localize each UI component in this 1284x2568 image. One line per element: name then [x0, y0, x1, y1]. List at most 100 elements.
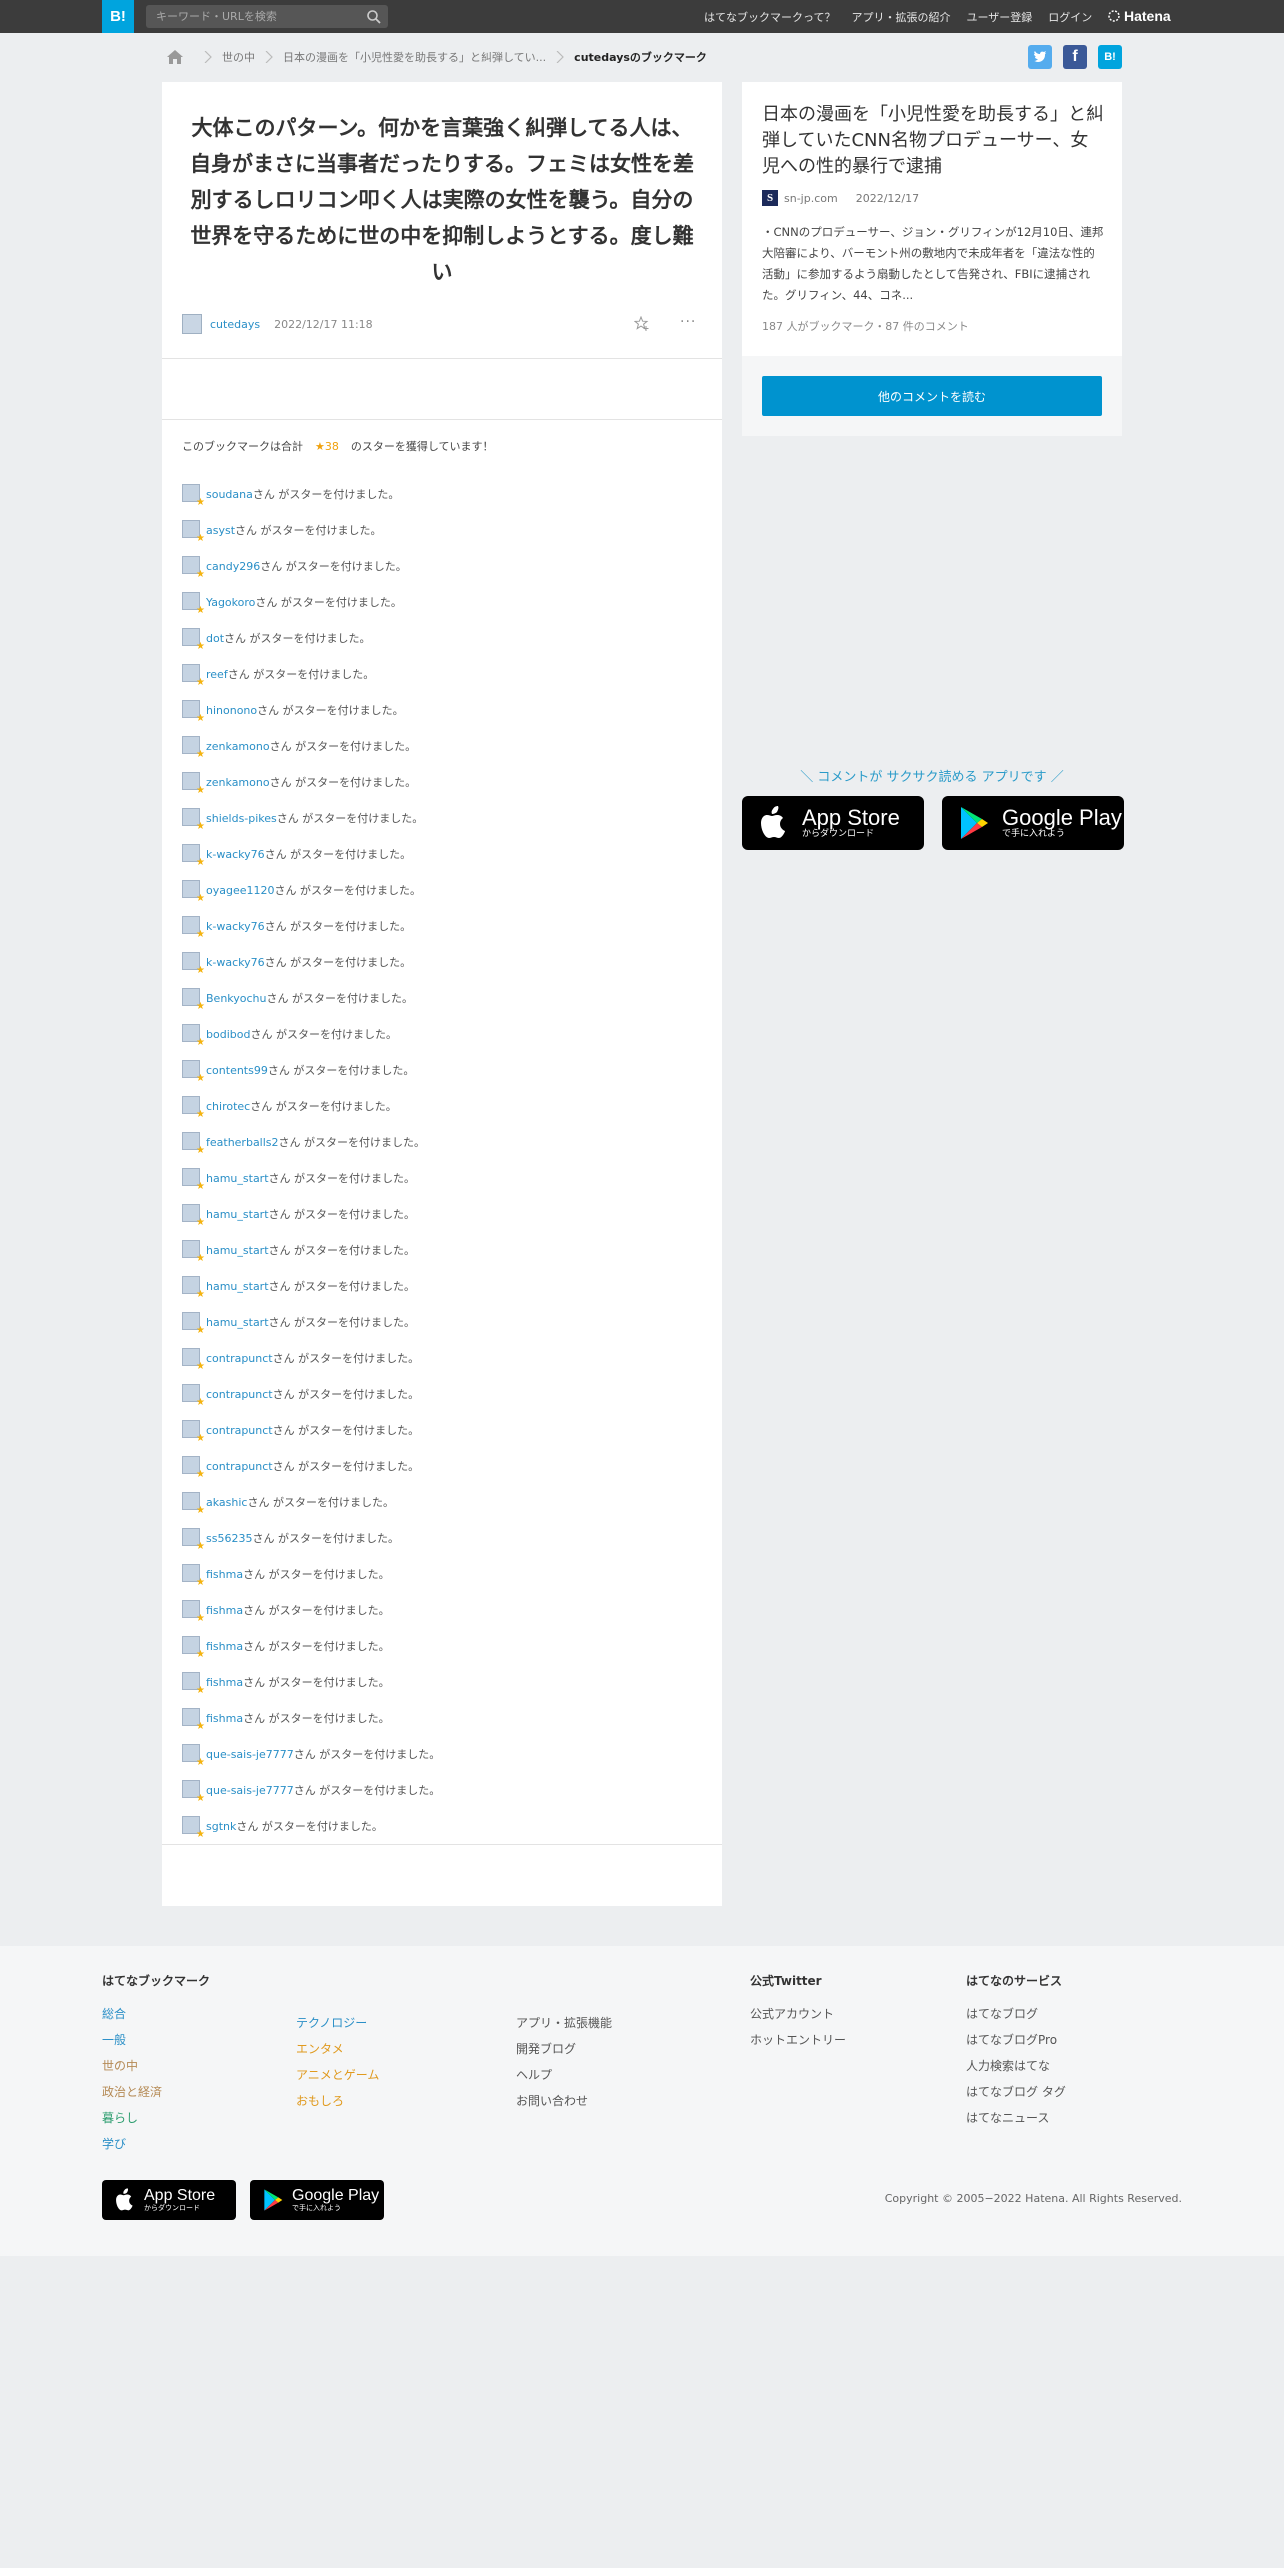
- user-avatar-icon[interactable]: ★: [182, 1276, 205, 1300]
- user-avatar-icon[interactable]: ★: [182, 1528, 205, 1552]
- user-avatar-icon[interactable]: ★: [182, 1816, 205, 1840]
- user-avatar-icon[interactable]: ★: [182, 1132, 205, 1156]
- hatena-brand[interactable]: Hatena: [1108, 8, 1171, 24]
- hatena-share-button[interactable]: B!: [1098, 45, 1122, 69]
- footer-link-apps[interactable]: アプリ・拡張機能: [516, 2010, 612, 2036]
- user-avatar-icon[interactable]: ★: [182, 1168, 205, 1192]
- star-user-name[interactable]: Benkyochu: [206, 992, 267, 1005]
- footer-category-link[interactable]: おもしろ: [296, 2088, 379, 2114]
- search-icon[interactable]: [366, 9, 382, 25]
- star-user-name[interactable]: hamu_start: [206, 1244, 269, 1257]
- star-user-name[interactable]: k-wacky76: [206, 848, 265, 861]
- user-avatar-icon[interactable]: ★: [182, 1204, 205, 1228]
- star-user-name[interactable]: bodibod: [206, 1028, 250, 1041]
- footer-category-link[interactable]: 一般: [102, 2027, 210, 2053]
- user-avatar-icon[interactable]: ★: [182, 1456, 205, 1480]
- star-user-name[interactable]: hinonono: [206, 704, 257, 717]
- star-user-name[interactable]: shields-pikes: [206, 812, 277, 825]
- footer-service-question[interactable]: 人力検索はてな: [966, 2053, 1066, 2079]
- star-user-name[interactable]: zenkamono: [206, 740, 270, 753]
- footer-category-link[interactable]: テクノロジー: [296, 2010, 379, 2036]
- star-user-name[interactable]: soudana: [206, 488, 253, 501]
- user-avatar-icon[interactable]: ★: [182, 1240, 205, 1264]
- footer-service-news[interactable]: はてなニュース: [966, 2105, 1066, 2131]
- breadcrumb-category[interactable]: 世の中: [222, 49, 255, 65]
- star-user-name[interactable]: sgtnk: [206, 1820, 236, 1833]
- star-user-name[interactable]: k-wacky76: [206, 956, 265, 969]
- footer-twitter-hotentry[interactable]: ホットエントリー: [750, 2027, 846, 2053]
- footer-service-blogpro[interactable]: はてなブログPro: [966, 2027, 1066, 2053]
- star-user-name[interactable]: hamu_start: [206, 1172, 269, 1185]
- google-play-badge[interactable]: Google Play で手に入れよう: [942, 796, 1124, 850]
- twitter-share-button[interactable]: [1028, 45, 1052, 69]
- more-menu-icon[interactable]: ···: [680, 314, 696, 330]
- footer-twitter-official[interactable]: 公式アカウント: [750, 2001, 846, 2027]
- search-input[interactable]: [146, 5, 356, 28]
- user-avatar-icon[interactable]: ★: [182, 1744, 205, 1768]
- user-avatar-icon[interactable]: ★: [182, 1492, 205, 1516]
- user-avatar-icon[interactable]: ★: [182, 1348, 205, 1372]
- hatena-bookmark-logo[interactable]: B!: [102, 0, 134, 33]
- star-user-name[interactable]: akashic: [206, 1496, 247, 1509]
- star-user-name[interactable]: contrapunct: [206, 1388, 273, 1401]
- star-user-name[interactable]: hamu_start: [206, 1208, 269, 1221]
- add-star-icon[interactable]: [634, 316, 650, 332]
- star-user-name[interactable]: zenkamono: [206, 776, 270, 789]
- user-avatar-icon[interactable]: ★: [182, 664, 205, 688]
- footer-google-play-badge[interactable]: Google Play で手に入れよう: [250, 2180, 384, 2220]
- footer-category-link[interactable]: 暮らし: [102, 2105, 210, 2131]
- user-avatar-icon[interactable]: ★: [182, 772, 205, 796]
- footer-category-link[interactable]: エンタメ: [296, 2036, 379, 2062]
- star-user-name[interactable]: que-sais-je7777: [206, 1784, 294, 1797]
- star-user-name[interactable]: candy296: [206, 560, 260, 573]
- footer-service-blog[interactable]: はてなブログ: [966, 2001, 1066, 2027]
- entry-domain[interactable]: sn-jp.com: [784, 192, 838, 205]
- user-avatar-icon[interactable]: ★: [182, 484, 205, 508]
- bookmark-date[interactable]: 2022/12/17 11:18: [274, 318, 373, 331]
- star-user-name[interactable]: contents99: [206, 1064, 268, 1077]
- user-avatar-icon[interactable]: ★: [182, 1024, 205, 1048]
- user-avatar-icon[interactable]: ★: [182, 1384, 205, 1408]
- star-user-name[interactable]: fishma: [206, 1676, 243, 1689]
- footer-link-contact[interactable]: お問い合わせ: [516, 2088, 612, 2114]
- user-avatar-icon[interactable]: ★: [182, 916, 205, 940]
- star-user-name[interactable]: ss56235: [206, 1532, 252, 1545]
- app-store-badge[interactable]: App Store からダウンロード: [742, 796, 924, 850]
- user-avatar-icon[interactable]: ★: [182, 592, 205, 616]
- star-user-name[interactable]: fishma: [206, 1604, 243, 1617]
- star-user-name[interactable]: featherballs2: [206, 1136, 279, 1149]
- user-avatar-icon[interactable]: ★: [182, 1600, 205, 1624]
- star-user-name[interactable]: contrapunct: [206, 1424, 273, 1437]
- breadcrumb-entry[interactable]: 日本の漫画を「小児性愛を助長する」と糾弾してい...: [283, 49, 546, 65]
- entry-title[interactable]: 日本の漫画を「小児性愛を助長する」と糾弾していたCNN名物プロデューサー、女児へ…: [762, 102, 1106, 180]
- star-user-name[interactable]: que-sais-je7777: [206, 1748, 294, 1761]
- star-user-name[interactable]: Yagokoro: [206, 596, 255, 609]
- user-avatar-icon[interactable]: ★: [182, 1564, 205, 1588]
- avatar[interactable]: [182, 314, 202, 334]
- user-avatar-icon[interactable]: ★: [182, 952, 205, 976]
- star-user-name[interactable]: hamu_start: [206, 1280, 269, 1293]
- home-icon[interactable]: [166, 49, 184, 65]
- star-user-name[interactable]: contrapunct: [206, 1352, 273, 1365]
- star-user-name[interactable]: reef: [206, 668, 228, 681]
- footer-link-help[interactable]: ヘルプ: [516, 2062, 612, 2088]
- bookmark-user[interactable]: cutedays: [210, 318, 260, 331]
- user-avatar-icon[interactable]: ★: [182, 1780, 205, 1804]
- user-avatar-icon[interactable]: ★: [182, 988, 205, 1012]
- star-user-name[interactable]: asyst: [206, 524, 235, 537]
- user-avatar-icon[interactable]: ★: [182, 808, 205, 832]
- facebook-share-button[interactable]: f: [1063, 45, 1087, 69]
- user-avatar-icon[interactable]: ★: [182, 844, 205, 868]
- user-avatar-icon[interactable]: ★: [182, 1312, 205, 1336]
- user-avatar-icon[interactable]: ★: [182, 520, 205, 544]
- star-user-name[interactable]: oyagee1120: [206, 884, 275, 897]
- nav-register[interactable]: ユーザー登録: [966, 9, 1032, 25]
- footer-category-link[interactable]: 学び: [102, 2131, 210, 2157]
- footer-link-devblog[interactable]: 開発ブログ: [516, 2036, 612, 2062]
- footer-category-link[interactable]: 総合: [102, 2001, 210, 2027]
- user-avatar-icon[interactable]: ★: [182, 556, 205, 580]
- star-user-name[interactable]: chirotec: [206, 1100, 250, 1113]
- star-user-name[interactable]: k-wacky76: [206, 920, 265, 933]
- user-avatar-icon[interactable]: ★: [182, 1708, 205, 1732]
- entry-stats[interactable]: 187 人がブックマーク・87 件のコメント: [762, 318, 969, 334]
